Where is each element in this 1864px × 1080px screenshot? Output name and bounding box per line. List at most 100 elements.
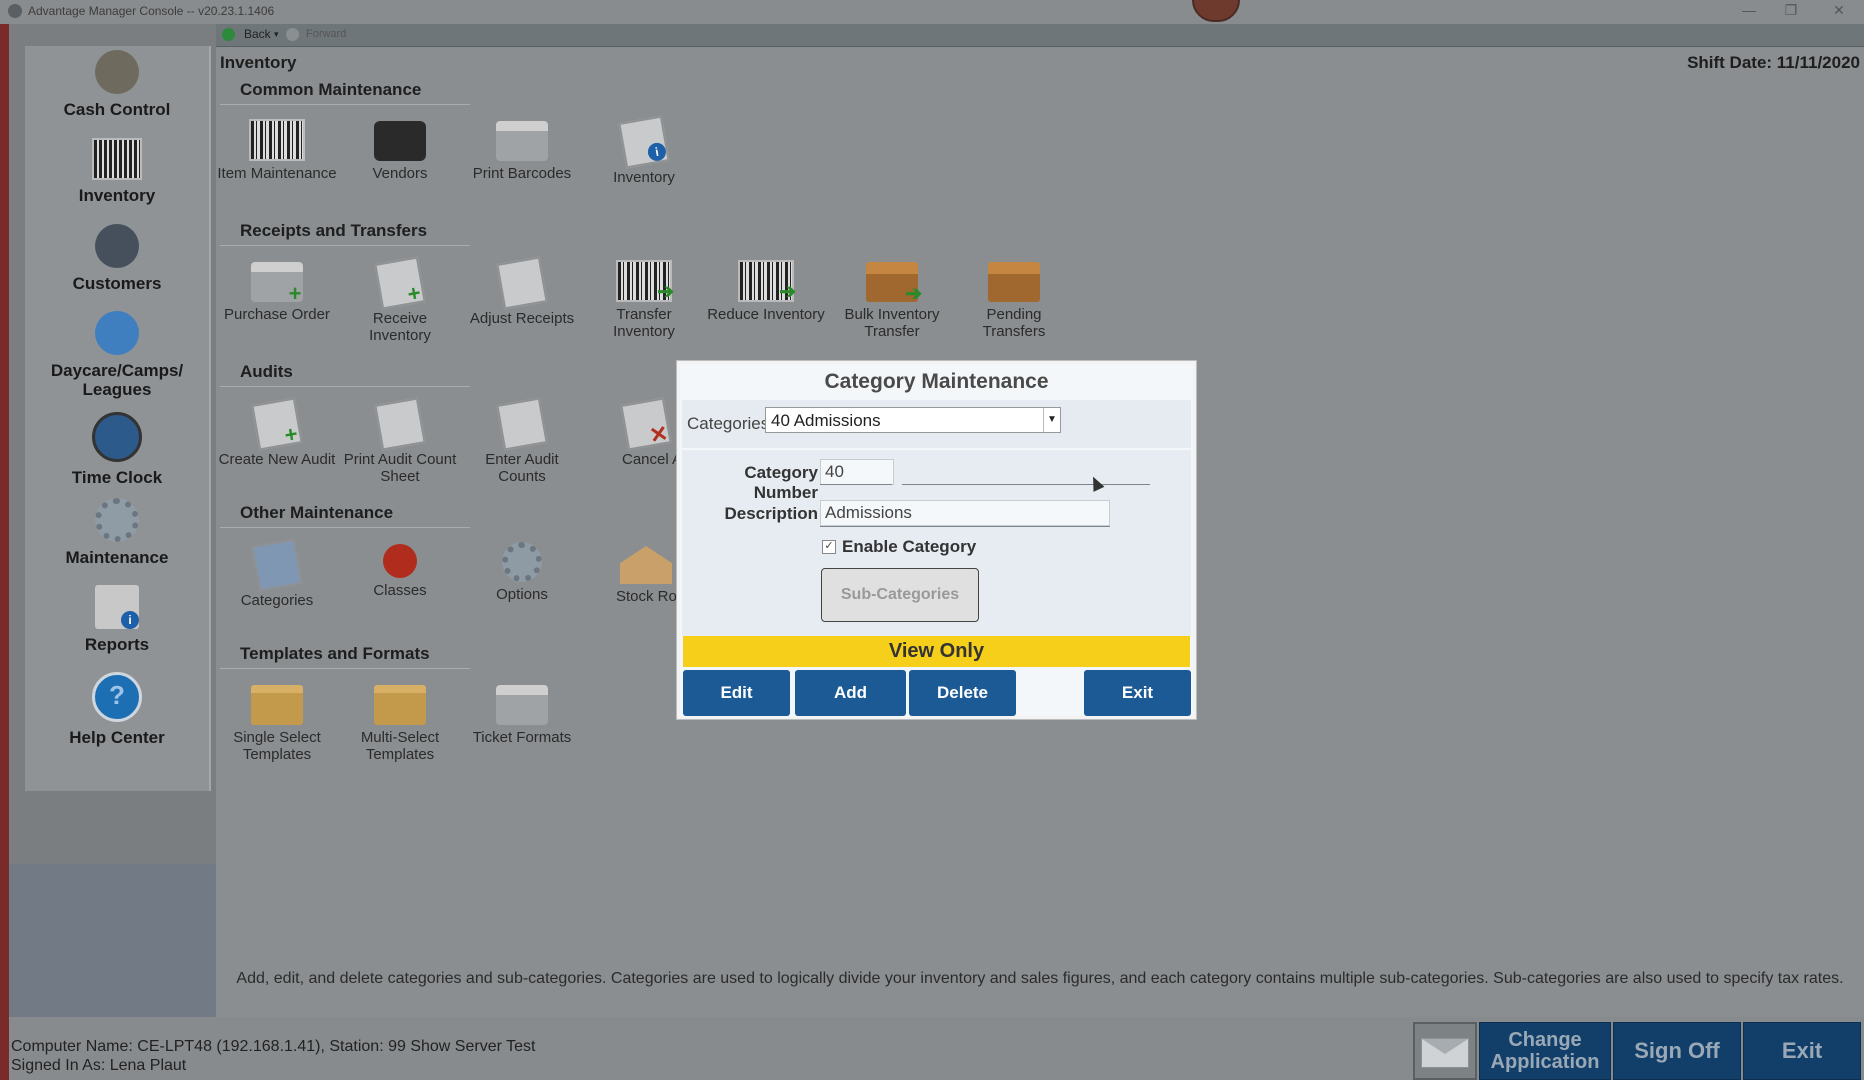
categories-label: Categories [687, 414, 770, 433]
tile-adjust-receipts[interactable]: Adjust Receipts [462, 254, 582, 327]
delete-button[interactable]: Delete [909, 670, 1016, 716]
tile-label: Print Barcodes [472, 165, 572, 182]
description-field[interactable]: Admissions [820, 500, 1110, 526]
tile-label: Reduce Inventory [707, 306, 825, 323]
enable-category-checkbox[interactable]: ✓ [822, 540, 836, 554]
title-bar: Advantage Manager Console -- v20.23.1.14… [0, 0, 1864, 24]
sidebar-item-cash-control[interactable]: Cash Control [25, 50, 209, 119]
tile-categories[interactable]: Categories [217, 536, 337, 609]
forward-arrow-icon[interactable] [286, 28, 299, 41]
tile-label: Item Maintenance [217, 165, 337, 182]
categories-dropdown[interactable]: 40 Admissions ▼ [765, 407, 1061, 433]
description-label: Description [724, 504, 818, 523]
tile-label: Options [496, 586, 548, 603]
tile-label: Categories [240, 592, 314, 609]
add-button[interactable]: Add [795, 670, 906, 716]
edit-button[interactable]: Edit [683, 670, 790, 716]
tile-purchase-order[interactable]: + Purchase Order [217, 254, 337, 323]
back-button[interactable]: Back [244, 27, 271, 41]
field-underline [820, 484, 892, 485]
tile-multi-select-templates[interactable]: Multi-Select Templates [340, 677, 460, 763]
tile-bulk-inventory-transfer[interactable]: ➔ Bulk Inventory Transfer [828, 254, 956, 340]
status-info: Computer Name: CE-LPT48 (192.168.1.41), … [11, 1037, 535, 1075]
tile-print-barcodes[interactable]: Print Barcodes [462, 113, 582, 182]
tile-receive-inventory[interactable]: + Receive Inventory [340, 254, 460, 344]
sign-off-button[interactable]: Sign Off [1613, 1022, 1741, 1080]
tile-label: Ticket Formats [472, 729, 572, 746]
sidebar-item-daycare[interactable]: Daycare/Camps/ Leagues [25, 311, 209, 399]
tile-pending-transfers[interactable]: Pending Transfers [954, 254, 1074, 340]
categories-selected-value: 40 Admissions [771, 411, 881, 430]
money-bag-icon [95, 50, 139, 94]
category-maintenance-dialog: Category Maintenance Categories 40 Admis… [677, 361, 1196, 719]
back-dropdown-icon[interactable]: ▾ [274, 29, 279, 40]
ticket-printer-icon [496, 685, 548, 725]
tile-single-select-templates[interactable]: Single Select Templates [217, 677, 337, 763]
minimize-button[interactable]: — [1734, 2, 1764, 18]
dialog-exit-button[interactable]: Exit [1084, 670, 1191, 716]
tile-ticket-formats[interactable]: Ticket Formats [462, 677, 582, 746]
sidebar-item-inventory[interactable]: Inventory [25, 138, 209, 205]
close-button[interactable]: ✕ [1824, 2, 1854, 19]
box-icon: ➔ [866, 262, 922, 304]
forward-button[interactable]: Forward [306, 28, 346, 40]
printer-icon [496, 121, 548, 161]
box-icon [988, 262, 1040, 302]
chevron-down-icon[interactable]: ▼ [1043, 408, 1060, 432]
exit-button[interactable]: Exit [1743, 1022, 1861, 1080]
tile-inventory[interactable]: i Inventory [584, 113, 704, 186]
mail-button[interactable] [1413, 1022, 1477, 1080]
sub-categories-button[interactable]: Sub-Categories [821, 568, 979, 622]
tile-create-new-audit[interactable]: + Create New Audit [217, 395, 337, 468]
pushpin-icon [383, 544, 417, 578]
audit-print-icon [374, 397, 426, 451]
options-gear-icon [502, 542, 542, 582]
tile-reduce-inventory[interactable]: ➔ Reduce Inventory [706, 254, 826, 323]
sidebar-item-help-center[interactable]: ? Help Center [25, 672, 209, 747]
tile-options[interactable]: Options [462, 536, 582, 603]
folder-icon [374, 685, 426, 725]
audit-cancel-icon: ✕ [620, 397, 672, 451]
section-title-common-maintenance: Common Maintenance [220, 80, 470, 105]
view-only-banner: View Only [683, 636, 1190, 667]
sidebar-item-label: Cash Control [63, 100, 171, 119]
change-application-button[interactable]: Change Application [1479, 1022, 1611, 1080]
sidebar-item-customers[interactable]: Customers [25, 224, 209, 293]
tile-vendors[interactable]: Vendors [340, 113, 460, 182]
back-arrow-icon[interactable] [222, 28, 235, 41]
sidebar-item-maintenance[interactable]: Maintenance [25, 498, 209, 567]
section-title-other-maintenance: Other Maintenance [220, 503, 470, 528]
tile-stock-room[interactable]: Stock Roon [584, 536, 676, 605]
tile-label: Receive Inventory [369, 310, 431, 344]
tile-cancel-audit[interactable]: ✕ Cancel Aud [584, 395, 676, 468]
receive-icon: + [374, 256, 426, 310]
tile-label: Multi-Select Templates [360, 729, 440, 763]
tile-label: Bulk Inventory Transfer [844, 306, 940, 340]
tile-item-maintenance[interactable]: Item Maintenance [217, 113, 337, 182]
tile-enter-audit-counts[interactable]: Enter Audit Counts [462, 395, 582, 485]
tile-print-audit-count-sheet[interactable]: Print Audit Count Sheet [340, 395, 460, 485]
sidebar-item-label: Customers [72, 274, 162, 293]
tile-label: Print Audit Count Sheet [343, 451, 457, 485]
restore-button[interactable]: ❐ [1776, 2, 1806, 19]
field-underline [902, 484, 1150, 485]
tile-classes[interactable]: Classes [340, 536, 460, 599]
tile-label: Cancel Aud [622, 451, 676, 468]
navigation-bar: Back ▾ Forward [216, 24, 1864, 47]
audit-new-icon: + [251, 397, 303, 451]
house-icon [620, 546, 672, 584]
envelope-icon [1421, 1038, 1469, 1068]
field-underline [820, 526, 1110, 527]
category-form: Category Number 40 Description Admission… [682, 450, 1191, 636]
briefcase-icon [374, 121, 426, 161]
description-text: Add, edit, and delete categories and sub… [216, 965, 1864, 1017]
status-bar: Computer Name: CE-LPT48 (192.168.1.41), … [9, 1017, 1864, 1080]
sidebar-item-label: Daycare/Camps/ Leagues [50, 361, 184, 399]
category-number-field[interactable]: 40 [820, 459, 894, 485]
section-title-templates-formats: Templates and Formats [220, 644, 470, 669]
clock-icon [92, 412, 142, 462]
adjust-icon [496, 256, 548, 310]
sidebar-item-reports[interactable]: i Reports [25, 585, 209, 654]
tile-transfer-inventory[interactable]: ➔ Transfer Inventory [584, 254, 704, 340]
sidebar-item-time-clock[interactable]: Time Clock [25, 412, 209, 487]
